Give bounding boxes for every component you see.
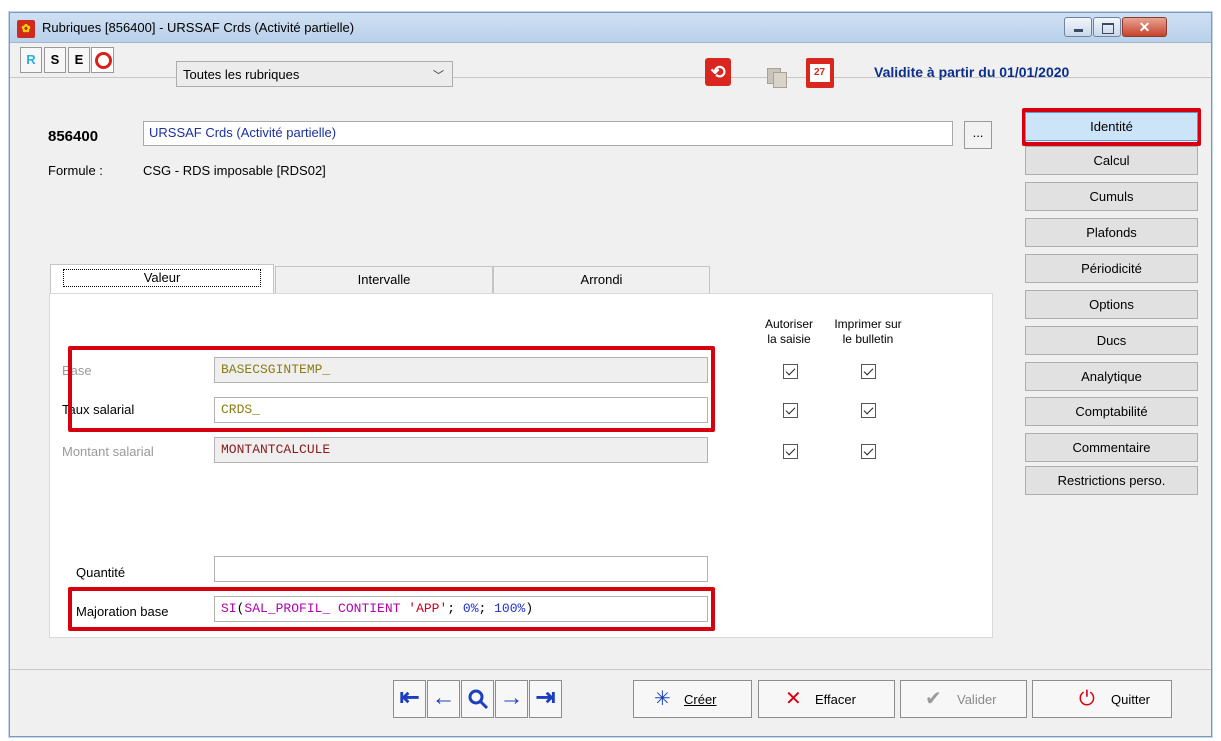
majoration-base-label: Majoration base bbox=[76, 604, 169, 619]
montant-imprimer-checkbox[interactable] bbox=[861, 444, 876, 459]
copy-icon[interactable] bbox=[765, 66, 787, 88]
col-autoriser-line2: la saisie bbox=[767, 332, 811, 346]
title-bar: ✿ Rubriques [856400] - URSSAF Crds (Acti… bbox=[10, 13, 1211, 43]
snowflake-icon: ✳ bbox=[654, 688, 671, 710]
col-autoriser-header: Autoriser la saisie bbox=[754, 317, 824, 347]
base-autoriser-checkbox[interactable] bbox=[783, 364, 798, 379]
history-icon[interactable]: ⟲ bbox=[705, 58, 731, 86]
chevron-down-icon: ﹀ bbox=[433, 70, 444, 82]
rubrique-filter-value: Toutes les rubriques bbox=[183, 67, 300, 82]
quantite-field[interactable] bbox=[214, 556, 708, 582]
sidebar-plafonds-button[interactable]: Plafonds bbox=[1025, 218, 1198, 247]
rubrique-name-input[interactable]: URSSAF Crds (Activité partielle) bbox=[143, 121, 953, 146]
formule-label: Formule : bbox=[48, 163, 103, 178]
effacer-label: Effacer bbox=[815, 692, 856, 707]
sidebar-options-button[interactable]: Options bbox=[1025, 290, 1198, 319]
tab-valeur[interactable]: Valeur bbox=[50, 264, 274, 293]
next-record-button[interactable]: → bbox=[495, 680, 528, 718]
montant-salarial-label: Montant salarial bbox=[62, 444, 154, 459]
creer-label: Créer bbox=[684, 692, 717, 707]
calendar-icon[interactable] bbox=[806, 58, 834, 88]
creer-button[interactable]: ✳ Créer bbox=[633, 680, 752, 718]
stop-icon-button[interactable] bbox=[91, 47, 114, 73]
mode-e-button[interactable]: E bbox=[68, 47, 90, 73]
tab-arrondi[interactable]: Arrondi bbox=[493, 266, 710, 293]
valider-button[interactable]: ✔ Valider bbox=[900, 680, 1027, 718]
search-record-button[interactable] bbox=[461, 680, 494, 718]
sidebar-commentaire-button[interactable]: Commentaire bbox=[1025, 433, 1198, 462]
formula-token: ; bbox=[447, 601, 463, 616]
window-title: Rubriques [856400] - URSSAF Crds (Activi… bbox=[42, 20, 355, 35]
ellipsis-button[interactable]: ... bbox=[964, 121, 992, 149]
montant-salarial-field[interactable]: MONTANTCALCULE bbox=[214, 437, 708, 463]
close-icon: ✕ bbox=[1138, 19, 1151, 35]
taux-autoriser-checkbox[interactable] bbox=[783, 403, 798, 418]
mode-r-button[interactable]: R bbox=[20, 47, 42, 73]
base-imprimer-checkbox[interactable] bbox=[861, 364, 876, 379]
app-icon: ✿ bbox=[17, 20, 35, 38]
tab-valeur-label: Valeur bbox=[62, 269, 262, 287]
formula-token: CONTIENT bbox=[330, 601, 409, 616]
col-imprimer-line2: le bulletin bbox=[842, 332, 894, 346]
search-icon bbox=[468, 689, 488, 710]
sidebar-comptabilite-button[interactable]: Comptabilité bbox=[1025, 397, 1198, 426]
quantite-label: Quantité bbox=[76, 565, 126, 580]
taux-salarial-field[interactable]: CRDS_ bbox=[214, 397, 708, 423]
effacer-button[interactable]: ✕ Effacer bbox=[758, 680, 895, 718]
minimize-button[interactable] bbox=[1064, 17, 1092, 37]
col-imprimer-header: Imprimer sur le bulletin bbox=[822, 317, 914, 347]
taux-salarial-label: Taux salarial bbox=[62, 402, 135, 417]
formula-token: 100% bbox=[494, 601, 526, 616]
formule-value: CSG - RDS imposable [RDS02] bbox=[143, 163, 326, 178]
last-record-button[interactable]: ⇥ bbox=[529, 680, 562, 718]
close-button[interactable]: ✕ bbox=[1122, 17, 1167, 37]
rubrique-filter-select[interactable]: Toutes les rubriques ﹀ bbox=[176, 61, 453, 87]
tab-intervalle[interactable]: Intervalle bbox=[275, 266, 493, 293]
quitter-button[interactable]: ⏻ Quitter bbox=[1032, 680, 1172, 718]
first-record-button[interactable]: ⇤ bbox=[393, 680, 426, 718]
valider-label: Valider bbox=[957, 692, 997, 707]
maximize-button[interactable] bbox=[1093, 17, 1121, 37]
check-icon: ✔ bbox=[925, 688, 942, 710]
formula-token: ) bbox=[525, 601, 534, 616]
col-imprimer-line1: Imprimer sur bbox=[834, 317, 902, 331]
formula-token: SI bbox=[221, 601, 237, 616]
montant-autoriser-checkbox[interactable] bbox=[783, 444, 798, 459]
formula-token: 'APP' bbox=[408, 601, 448, 616]
bottom-separator bbox=[10, 669, 1211, 670]
power-icon: ⏻ bbox=[1079, 688, 1095, 710]
sidebar-analytique-button[interactable]: Analytique bbox=[1025, 362, 1198, 391]
majoration-base-field[interactable]: SI(SAL_PROFIL_ CONTIENT 'APP'; 0%; 100%) bbox=[214, 596, 708, 622]
previous-record-button[interactable]: ← bbox=[427, 680, 460, 718]
validity-date: Validite à partir du 01/01/2020 bbox=[874, 64, 1070, 80]
sidebar-cumuls-button[interactable]: Cumuls bbox=[1025, 182, 1198, 211]
delete-icon: ✕ bbox=[785, 688, 802, 710]
base-label: Base bbox=[62, 363, 92, 378]
rubrique-code: 856400 bbox=[48, 128, 99, 145]
quitter-label: Quitter bbox=[1111, 692, 1151, 707]
formula-token: SAL_PROFIL_ bbox=[244, 601, 331, 616]
sidebar-identite-button[interactable]: Identité bbox=[1025, 112, 1198, 141]
sidebar-periodicite-button[interactable]: Périodicité bbox=[1025, 254, 1198, 283]
sidebar-ducs-button[interactable]: Ducs bbox=[1025, 326, 1198, 355]
sidebar-calcul-button[interactable]: Calcul bbox=[1025, 146, 1198, 175]
sidebar-restrictions-button[interactable]: Restrictions perso. bbox=[1025, 466, 1198, 495]
formula-token: ; bbox=[478, 601, 495, 616]
taux-imprimer-checkbox[interactable] bbox=[861, 403, 876, 418]
mode-s-button[interactable]: S bbox=[44, 47, 66, 73]
base-field[interactable]: BASECSGINTEMP_ bbox=[214, 357, 708, 383]
col-autoriser-line1: Autoriser bbox=[764, 317, 814, 331]
formula-token: 0% bbox=[462, 601, 479, 616]
